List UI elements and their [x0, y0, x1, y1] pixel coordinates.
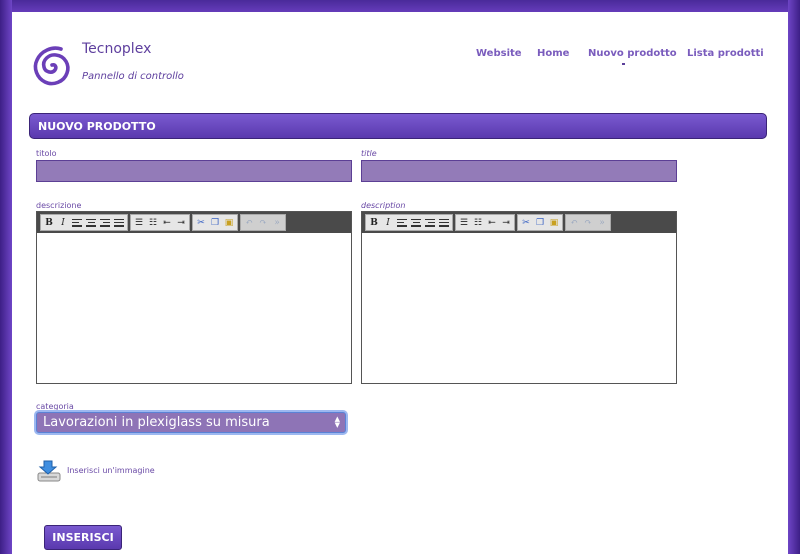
cut-icon[interactable]: ✂ [195, 216, 207, 229]
format-group: B I [40, 214, 128, 231]
title-input[interactable] [361, 160, 677, 182]
bullet-list-icon[interactable]: ☰ [458, 216, 470, 229]
nav-home[interactable]: Home [537, 48, 569, 59]
numbered-list-icon[interactable]: ☷ [472, 216, 484, 229]
align-center-icon[interactable] [85, 216, 97, 229]
undo-icon[interactable]: ↶ [568, 216, 580, 229]
submit-button[interactable]: INSERISCI [44, 525, 122, 550]
categoria-label: categoria [36, 402, 74, 411]
outdent-icon[interactable]: ⇤ [161, 216, 173, 229]
bullet-list-icon[interactable]: ☰ [133, 216, 145, 229]
section-title-bar: NUOVO PRODOTTO [29, 113, 767, 139]
nav-lista-prodotti[interactable]: Lista prodotti [687, 48, 764, 59]
insert-image-link[interactable]: Inserisci un'immagine [67, 466, 155, 475]
descrizione-editor: B I ☰ ☷ ⇤ ⇥ ✂ ❐ ▣ ↶ ↷ » [36, 211, 352, 384]
select-arrows-icon: ▲ ▼ [334, 415, 340, 429]
justify-icon[interactable] [113, 216, 125, 229]
bold-icon[interactable]: B [43, 216, 55, 229]
align-right-icon[interactable] [424, 216, 436, 229]
top-nav: Website Home Nuovo prodotto Lista prodot… [12, 48, 788, 68]
italic-icon[interactable]: I [57, 216, 69, 229]
undo-icon[interactable]: ↶ [243, 216, 255, 229]
indent-icon[interactable]: ⇥ [500, 216, 512, 229]
italic-icon[interactable]: I [382, 216, 394, 229]
format-group: B I [365, 214, 453, 231]
copy-icon[interactable]: ❐ [209, 216, 221, 229]
outdent-icon[interactable]: ⇤ [486, 216, 498, 229]
list-group: ☰ ☷ ⇤ ⇥ [455, 214, 515, 231]
window-frame-left [0, 0, 12, 554]
align-right-icon[interactable] [99, 216, 111, 229]
nav-nuovo-prodotto[interactable]: Nuovo prodotto [588, 48, 677, 65]
history-group: ↶ ↷ » [240, 214, 286, 231]
bold-icon[interactable]: B [368, 216, 380, 229]
nav-website[interactable]: Website [476, 48, 522, 59]
clipboard-group: ✂ ❐ ▣ [192, 214, 238, 231]
list-group: ☰ ☷ ⇤ ⇥ [130, 214, 190, 231]
editor-toolbar: B I ☰ ☷ ⇤ ⇥ ✂ ❐ ▣ ↶ ↷ » [37, 212, 351, 233]
categoria-select[interactable]: Lavorazioni in plexiglass su misura ▲ ▼ [36, 412, 346, 433]
indent-icon[interactable]: ⇥ [175, 216, 187, 229]
clear-icon[interactable]: » [596, 216, 608, 229]
justify-icon[interactable] [438, 216, 450, 229]
description-label: description [361, 201, 406, 210]
copy-icon[interactable]: ❐ [534, 216, 546, 229]
align-left-icon[interactable] [396, 216, 408, 229]
categoria-selected-value: Lavorazioni in plexiglass su misura [43, 415, 270, 430]
descrizione-editor-area[interactable] [37, 233, 351, 383]
redo-icon[interactable]: ↷ [257, 216, 269, 229]
paste-icon[interactable]: ▣ [223, 216, 235, 229]
admin-page: Tecnoplex Pannello di controllo Website … [12, 12, 788, 554]
description-editor-area[interactable] [362, 233, 676, 383]
cut-icon[interactable]: ✂ [520, 216, 532, 229]
history-group: ↶ ↷ » [565, 214, 611, 231]
title-label: title [361, 149, 377, 158]
clipboard-group: ✂ ❐ ▣ [517, 214, 563, 231]
editor-toolbar: B I ☰ ☷ ⇤ ⇥ ✂ ❐ ▣ ↶ ↷ » [362, 212, 676, 233]
titolo-input[interactable] [36, 160, 352, 182]
align-center-icon[interactable] [410, 216, 422, 229]
redo-icon[interactable]: ↷ [582, 216, 594, 229]
align-left-icon[interactable] [71, 216, 83, 229]
descrizione-label: descrizione [36, 201, 82, 210]
description-editor: B I ☰ ☷ ⇤ ⇥ ✂ ❐ ▣ ↶ ↷ » [361, 211, 677, 384]
brand-subtitle: Pannello di controllo [82, 71, 184, 82]
window-frame-right [788, 0, 800, 554]
image-upload-icon[interactable] [36, 459, 62, 483]
numbered-list-icon[interactable]: ☷ [147, 216, 159, 229]
paste-icon[interactable]: ▣ [548, 216, 560, 229]
clear-icon[interactable]: » [271, 216, 283, 229]
titolo-label: titolo [36, 149, 57, 158]
